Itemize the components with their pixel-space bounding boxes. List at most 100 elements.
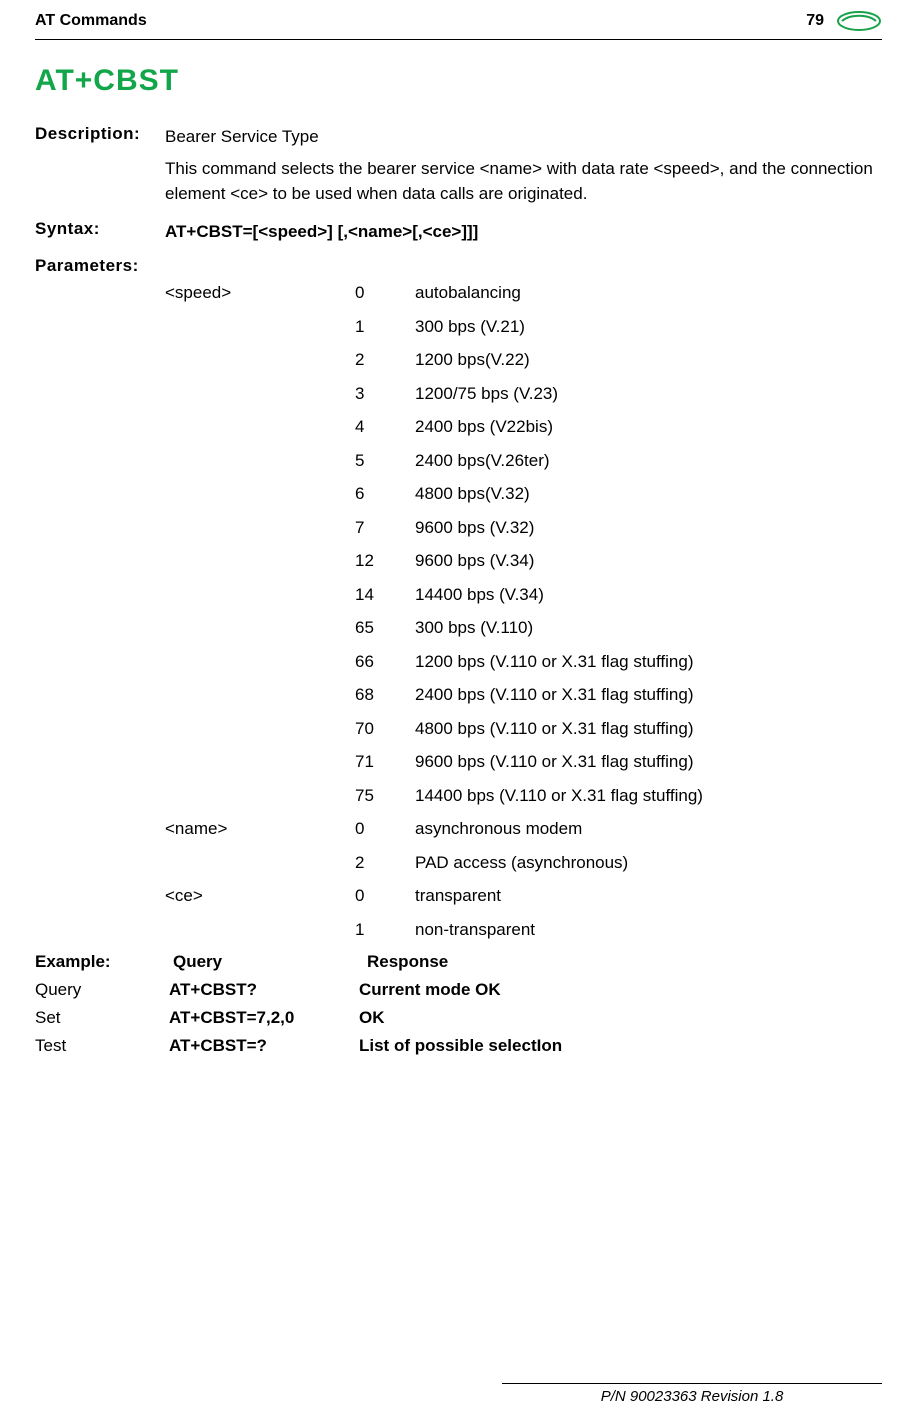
response-header: Response — [359, 952, 882, 972]
param-row: <ce>0transparent — [165, 883, 882, 909]
param-name — [165, 682, 355, 708]
param-row: 1300 bps (V.21) — [165, 314, 882, 340]
param-row: 79600 bps (V.32) — [165, 515, 882, 541]
param-name — [165, 347, 355, 373]
example-table: Example: Query Response QueryAT+CBST?Cur… — [35, 952, 882, 1056]
param-name — [165, 515, 355, 541]
example-query: AT+CBST? — [169, 980, 359, 1000]
param-value: 1 — [355, 917, 415, 943]
param-value: 75 — [355, 783, 415, 809]
param-row: 42400 bps (V22bis) — [165, 414, 882, 440]
example-type: Query — [35, 980, 169, 1000]
param-row: 719600 bps (V.110 or X.31 flag stuffing) — [165, 749, 882, 775]
param-value: 2 — [355, 347, 415, 373]
footer-divider — [502, 1383, 882, 1384]
page-number: 79 — [806, 12, 824, 30]
header-divider — [35, 39, 882, 40]
description-body: This command selects the bearer service … — [165, 156, 882, 207]
param-description: 14400 bps (V.34) — [415, 582, 882, 608]
example-type: Test — [35, 1036, 169, 1056]
param-description: asynchronous modem — [415, 816, 882, 842]
example-type: Set — [35, 1008, 169, 1028]
param-name — [165, 548, 355, 574]
param-value: 14 — [355, 582, 415, 608]
query-header: Query — [169, 952, 359, 972]
description-label: Description: — [35, 124, 165, 207]
param-value: 7 — [355, 515, 415, 541]
param-name — [165, 582, 355, 608]
param-row: 52400 bps(V.26ter) — [165, 448, 882, 474]
param-description: 14400 bps (V.110 or X.31 flag stuffing) — [415, 783, 882, 809]
param-name — [165, 716, 355, 742]
parameters-table: <speed>0autobalancing1300 bps (V.21)2120… — [165, 280, 882, 942]
param-value: 0 — [355, 816, 415, 842]
header-right: 79 — [806, 10, 882, 32]
param-description: 300 bps (V.21) — [415, 314, 882, 340]
param-description: transparent — [415, 883, 882, 909]
param-name — [165, 917, 355, 943]
example-response: Current mode OK — [359, 980, 882, 1000]
param-value: 2 — [355, 850, 415, 876]
param-row: 1414400 bps (V.34) — [165, 582, 882, 608]
param-value: 65 — [355, 615, 415, 641]
param-value: 68 — [355, 682, 415, 708]
param-name — [165, 414, 355, 440]
param-row: 682400 bps (V.110 or X.31 flag stuffing) — [165, 682, 882, 708]
param-row: 65300 bps (V.110) — [165, 615, 882, 641]
footer-text: P/N 90023363 Revision 1.8 — [502, 1388, 882, 1405]
param-name: <name> — [165, 816, 355, 842]
page-footer: P/N 90023363 Revision 1.8 — [502, 1383, 882, 1405]
example-query: AT+CBST=? — [169, 1036, 359, 1056]
param-row: 31200/75 bps (V.23) — [165, 381, 882, 407]
param-value: 4 — [355, 414, 415, 440]
param-name — [165, 649, 355, 675]
param-row: 661200 bps (V.110 or X.31 flag stuffing) — [165, 649, 882, 675]
command-title: AT+CBST — [35, 64, 882, 98]
example-header-row: Example: Query Response — [35, 952, 882, 972]
param-value: 71 — [355, 749, 415, 775]
description-content: Bearer Service Type This command selects… — [165, 124, 882, 207]
param-value: 5 — [355, 448, 415, 474]
param-name — [165, 850, 355, 876]
param-description: 1200 bps (V.110 or X.31 flag stuffing) — [415, 649, 882, 675]
param-name — [165, 749, 355, 775]
param-description: 2400 bps(V.26ter) — [415, 448, 882, 474]
param-value: 0 — [355, 280, 415, 306]
parameters-section: Parameters: — [35, 256, 882, 276]
param-description: 2400 bps (V.110 or X.31 flag stuffing) — [415, 682, 882, 708]
param-description: 1200 bps(V.22) — [415, 347, 882, 373]
example-label: Example: — [35, 952, 169, 972]
param-description: 9600 bps (V.110 or X.31 flag stuffing) — [415, 749, 882, 775]
param-value: 1 — [355, 314, 415, 340]
description-head: Bearer Service Type — [165, 124, 882, 150]
example-row: SetAT+CBST=7,2,0OK — [35, 1008, 882, 1028]
param-row: <speed>0autobalancing — [165, 280, 882, 306]
param-value: 3 — [355, 381, 415, 407]
param-value: 6 — [355, 481, 415, 507]
param-name: <speed> — [165, 280, 355, 306]
param-description: 4800 bps (V.110 or X.31 flag stuffing) — [415, 716, 882, 742]
param-value: 66 — [355, 649, 415, 675]
param-description: PAD access (asynchronous) — [415, 850, 882, 876]
example-query: AT+CBST=7,2,0 — [169, 1008, 359, 1028]
param-description: 2400 bps (V22bis) — [415, 414, 882, 440]
param-name — [165, 783, 355, 809]
param-row: <name>0asynchronous modem — [165, 816, 882, 842]
param-description: non-transparent — [415, 917, 882, 943]
param-value: 0 — [355, 883, 415, 909]
param-name — [165, 314, 355, 340]
param-name — [165, 448, 355, 474]
param-name — [165, 381, 355, 407]
param-description: 4800 bps(V.32) — [415, 481, 882, 507]
parameters-label: Parameters: — [35, 256, 165, 276]
param-value: 70 — [355, 716, 415, 742]
param-description: autobalancing — [415, 280, 882, 306]
syntax-section: Syntax: AT+CBST=[<speed>] [,<name>[,<ce>… — [35, 219, 882, 245]
param-row: 7514400 bps (V.110 or X.31 flag stuffing… — [165, 783, 882, 809]
param-description: 1200/75 bps (V.23) — [415, 381, 882, 407]
param-name: <ce> — [165, 883, 355, 909]
page-header: AT Commands 79 — [35, 10, 882, 37]
brand-logo-icon — [836, 10, 882, 32]
example-row: TestAT+CBST=?List of possible selectIon — [35, 1036, 882, 1056]
param-row: 704800 bps (V.110 or X.31 flag stuffing) — [165, 716, 882, 742]
